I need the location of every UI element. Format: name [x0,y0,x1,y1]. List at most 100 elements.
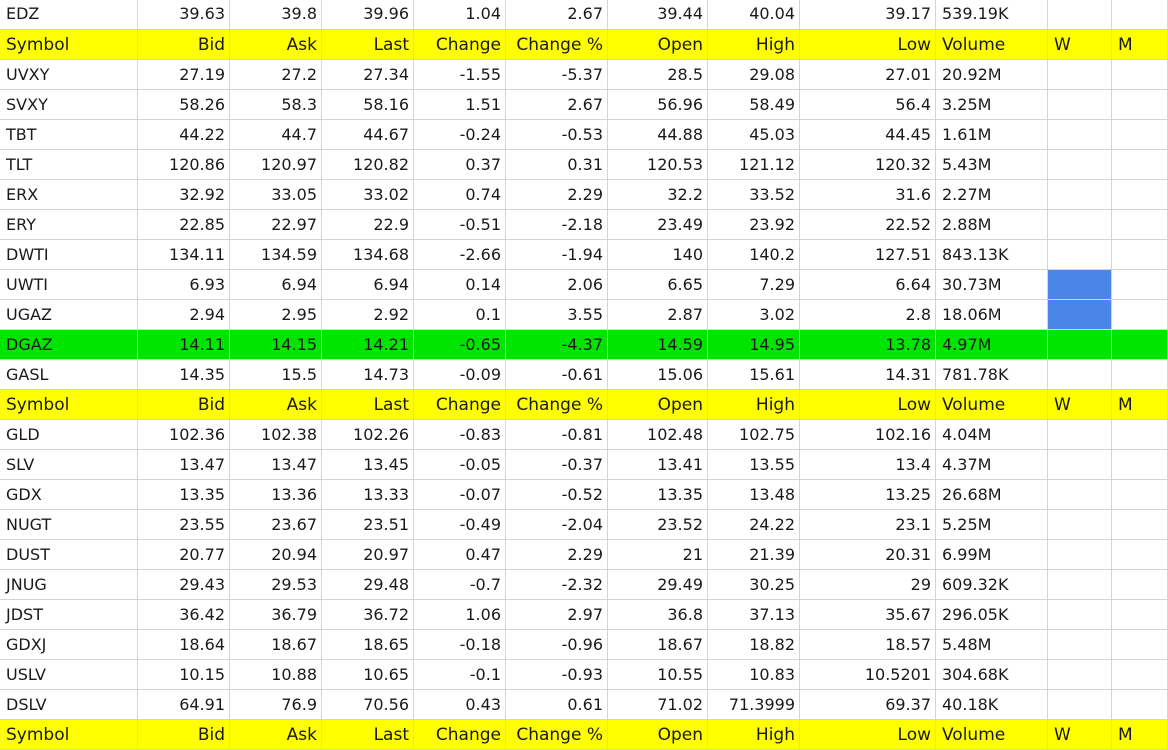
cell-m[interactable] [1112,240,1168,270]
cell-high[interactable]: 121.12 [708,150,800,180]
cell-change-pct[interactable]: 2.67 [506,0,608,30]
cell-open[interactable]: 21 [608,540,708,570]
cell-w[interactable] [1048,510,1112,540]
header-cell-bid[interactable]: Bid [138,390,230,420]
cell-symbol[interactable]: DUST [0,540,138,570]
cell-low[interactable]: 27.01 [800,60,936,90]
cell-m[interactable] [1112,90,1168,120]
cell-high[interactable]: 24.22 [708,510,800,540]
header-cell-change[interactable]: Change [414,720,506,750]
cell-w[interactable] [1048,480,1112,510]
header-cell-volume[interactable]: Volume [936,30,1048,60]
cell-change-pct[interactable]: 0.31 [506,150,608,180]
cell-m[interactable] [1112,420,1168,450]
cell-open[interactable]: 6.65 [608,270,708,300]
cell-m[interactable] [1112,450,1168,480]
cell-symbol[interactable]: TBT [0,120,138,150]
cell-ask[interactable]: 120.97 [230,150,322,180]
cell-last[interactable]: 70.56 [322,690,414,720]
cell-change-pct[interactable]: -2.04 [506,510,608,540]
cell-last[interactable]: 39.96 [322,0,414,30]
cell-high[interactable]: 10.83 [708,660,800,690]
cell-change[interactable]: 0.74 [414,180,506,210]
cell-change-pct[interactable]: 2.67 [506,90,608,120]
header-cell-low[interactable]: Low [800,30,936,60]
cell-change-pct[interactable]: 3.55 [506,300,608,330]
cell-volume[interactable]: 2.27M [936,180,1048,210]
cell-last[interactable]: 33.02 [322,180,414,210]
cell-change-pct[interactable]: -0.52 [506,480,608,510]
cell-change[interactable]: 1.06 [414,600,506,630]
cell-open[interactable]: 39.44 [608,0,708,30]
cell-open[interactable]: 23.52 [608,510,708,540]
cell-volume[interactable]: 18.06M [936,300,1048,330]
cell-ask[interactable]: 10.88 [230,660,322,690]
cell-ask[interactable]: 36.79 [230,600,322,630]
cell-bid[interactable]: 2.94 [138,300,230,330]
cell-last[interactable]: 29.48 [322,570,414,600]
cell-high[interactable]: 45.03 [708,120,800,150]
cell-low[interactable]: 13.4 [800,450,936,480]
cell-bid[interactable]: 36.42 [138,600,230,630]
cell-low[interactable]: 39.17 [800,0,936,30]
cell-ask[interactable]: 22.97 [230,210,322,240]
cell-low[interactable]: 18.57 [800,630,936,660]
cell-volume[interactable]: 4.37M [936,450,1048,480]
cell-change-pct[interactable]: -2.18 [506,210,608,240]
cell-last[interactable]: 20.97 [322,540,414,570]
cell-change-pct[interactable]: -0.96 [506,630,608,660]
cell-volume[interactable]: 40.18K [936,690,1048,720]
cell-change-pct[interactable]: -0.37 [506,450,608,480]
header-cell-symbol[interactable]: Symbol [0,720,138,750]
header-cell-open[interactable]: Open [608,30,708,60]
cell-ask[interactable]: 29.53 [230,570,322,600]
cell-last[interactable]: 22.9 [322,210,414,240]
cell-w[interactable] [1048,450,1112,480]
cell-open[interactable]: 15.06 [608,360,708,390]
cell-ask[interactable]: 134.59 [230,240,322,270]
header-cell-change-pct[interactable]: Change % [506,390,608,420]
cell-ask[interactable]: 27.2 [230,60,322,90]
cell-w[interactable] [1048,330,1112,360]
cell-w[interactable] [1048,150,1112,180]
cell-last[interactable]: 2.92 [322,300,414,330]
cell-low[interactable]: 56.4 [800,90,936,120]
cell-m[interactable] [1112,480,1168,510]
header-cell-w[interactable]: W [1048,720,1112,750]
cell-symbol[interactable]: UVXY [0,60,138,90]
cell-symbol[interactable]: DGAZ [0,330,138,360]
cell-w[interactable] [1048,240,1112,270]
cell-high[interactable]: 13.48 [708,480,800,510]
cell-m[interactable] [1112,180,1168,210]
header-cell-change-pct[interactable]: Change % [506,30,608,60]
cell-symbol[interactable]: USLV [0,660,138,690]
cell-change[interactable]: 0.37 [414,150,506,180]
cell-volume[interactable]: 539.19K [936,0,1048,30]
cell-bid[interactable]: 14.11 [138,330,230,360]
cell-change[interactable]: 0.47 [414,540,506,570]
cell-symbol[interactable]: SLV [0,450,138,480]
cell-high[interactable]: 23.92 [708,210,800,240]
cell-change[interactable]: -0.07 [414,480,506,510]
header-cell-bid[interactable]: Bid [138,720,230,750]
cell-bid[interactable]: 64.91 [138,690,230,720]
cell-symbol[interactable]: UWTI [0,270,138,300]
cell-m[interactable] [1112,120,1168,150]
cell-symbol[interactable]: GDX [0,480,138,510]
cell-m[interactable] [1112,660,1168,690]
header-cell-open[interactable]: Open [608,720,708,750]
cell-ask[interactable]: 14.15 [230,330,322,360]
cell-high[interactable]: 37.13 [708,600,800,630]
header-cell-volume[interactable]: Volume [936,720,1048,750]
cell-volume[interactable]: 4.97M [936,330,1048,360]
cell-symbol[interactable]: ERX [0,180,138,210]
cell-volume[interactable]: 304.68K [936,660,1048,690]
cell-last[interactable]: 10.65 [322,660,414,690]
cell-bid[interactable]: 20.77 [138,540,230,570]
cell-bid[interactable]: 58.26 [138,90,230,120]
cell-change-pct[interactable]: -4.37 [506,330,608,360]
cell-ask[interactable]: 44.7 [230,120,322,150]
cell-m[interactable] [1112,690,1168,720]
cell-bid[interactable]: 13.35 [138,480,230,510]
cell-change-pct[interactable]: -2.32 [506,570,608,600]
